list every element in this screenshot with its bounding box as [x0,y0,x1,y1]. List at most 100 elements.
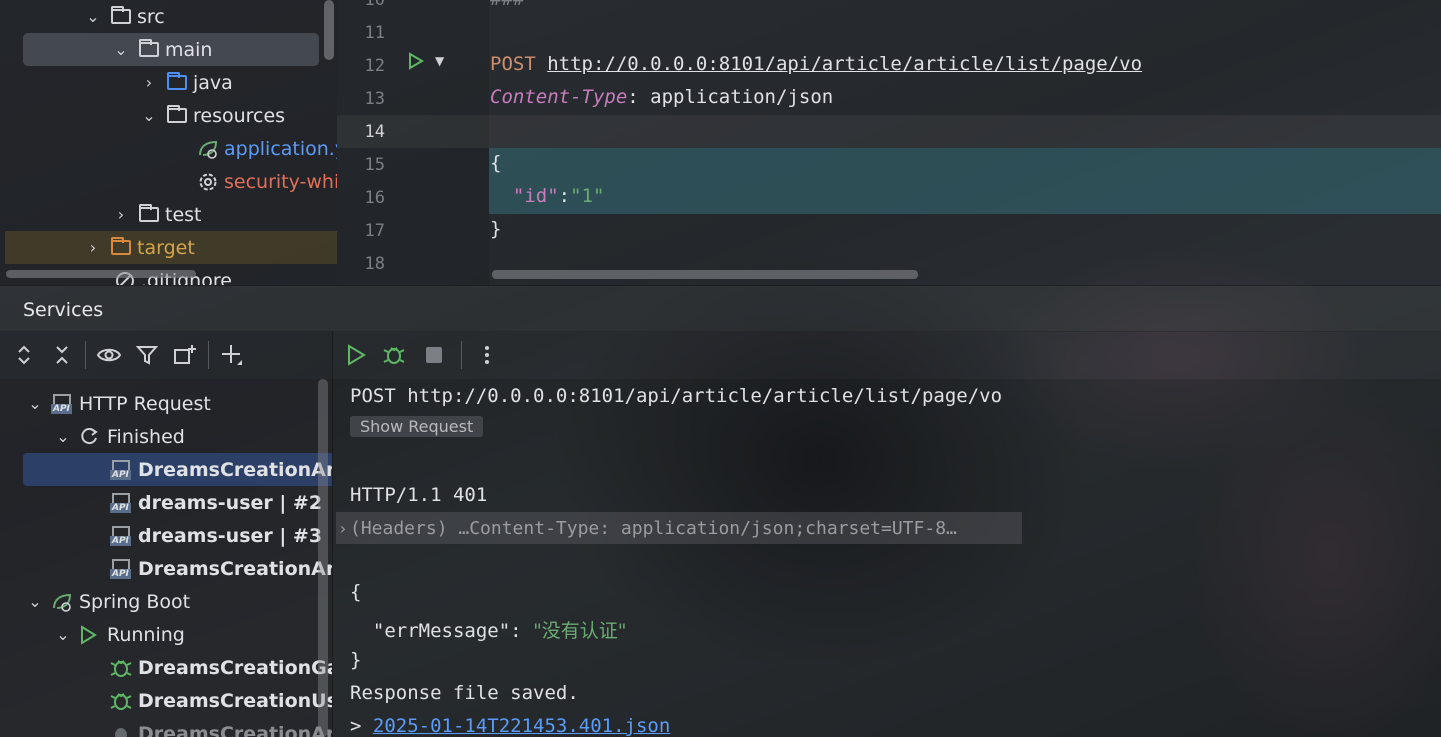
service-item[interactable]: DreamsCreationArt [0,717,332,737]
service-item[interactable]: DreamsCreationArt [0,552,332,585]
chevron-down-icon[interactable]: ⌄ [25,592,45,611]
project-tree-panel: ⌄ src ⌄ main › java ⌄ resources applicat… [0,0,337,285]
service-item[interactable]: dreams-user | #2 [0,486,332,519]
response-file-link[interactable]: 2025-01-14T221453.401.json [373,715,670,737]
code-line-json-field: "id":"1" [490,185,605,207]
collapse-all-icon[interactable] [43,335,81,375]
api-icon [110,558,132,580]
tree-item-application-yml[interactable]: application.y [0,132,337,165]
line-number: 12 [364,56,385,76]
service-group-spring-boot[interactable]: ⌄ Spring Boot [0,585,332,618]
service-group-finished[interactable]: ⌄ Finished [0,420,332,453]
service-label: DreamsCreationUse [138,689,332,712]
tree-item-src[interactable]: ⌄ src [0,0,337,33]
service-item[interactable]: dreams-user | #3 [0,519,332,552]
toolbar-separator [85,341,86,369]
folder-icon [137,204,161,226]
code-line-close-brace: } [490,218,502,240]
code-line-request: POST http://0.0.0.0:8101/api/article/art… [490,53,1142,75]
tree-item-label: security-whi [224,170,337,193]
editor-horizontal-scrollbar[interactable] [492,270,918,279]
response-file-line: > 2025-01-14T221453.401.json [350,715,670,737]
chevron-right-icon[interactable]: › [139,73,159,92]
run-icon[interactable] [407,52,425,70]
json-value: "没有认证" [533,620,627,642]
folder-icon [109,237,133,259]
api-icon [51,393,73,415]
http-editor[interactable]: 10 11 12 13 14 15 16 17 18 ▼ ### POST ht… [337,0,1441,285]
chevron-right-icon[interactable]: › [83,238,103,257]
chevron-right-icon[interactable]: › [336,519,350,538]
tree-item-test[interactable]: › test [0,198,337,231]
new-tab-icon[interactable] [166,335,204,375]
chevron-down-icon[interactable]: ⌄ [111,40,131,59]
stop-icon[interactable] [417,335,451,375]
dropdown-caret-icon[interactable]: ▼ [435,54,444,68]
service-label: dreams-user | #2 [138,491,323,514]
json-key: "id" [512,185,559,207]
tree-item-label: java [193,71,233,94]
services-toolbar [0,331,332,379]
service-label: DreamsCreationArt [138,722,332,737]
chevron-down-icon[interactable]: ⌄ [139,106,159,125]
resources-folder-icon [165,105,189,127]
debug-bug-icon [110,657,132,679]
caret-line-highlight [337,115,1441,148]
response-body-open: { [350,581,362,603]
tree-item-resources[interactable]: ⌄ resources [0,99,337,132]
line-number: 16 [364,188,385,208]
chevron-right-icon[interactable]: › [111,205,131,224]
json-value: "1" [570,185,605,207]
service-group-running[interactable]: ⌄ Running [0,618,332,651]
tree-item-label: resources [193,104,286,127]
response-body-close: } [350,649,362,671]
api-icon [110,492,132,514]
expand-all-icon[interactable] [5,335,43,375]
response-headers-collapsed[interactable]: › (Headers) …Content-Type: application/js… [336,512,1022,544]
run-icon[interactable] [341,335,371,375]
service-item-selected[interactable]: DreamsCreationArt [23,453,332,486]
response-toolbar [332,331,1441,379]
service-group-http-request[interactable]: ⌄ HTTP Request [0,387,332,420]
chevron-down-icon[interactable]: ⌄ [25,394,45,413]
response-request-line: POST http://0.0.0.0:8101/api/article/art… [350,385,1003,407]
request-url[interactable]: http://0.0.0.0:8101/api/article/article/… [547,53,1142,75]
chevron-down-icon[interactable]: ⌄ [83,7,103,26]
debug-icon[interactable] [377,335,411,375]
line-number: 11 [364,23,385,43]
response-saved-text: Response file saved. [350,682,579,704]
chevron-down-icon[interactable]: ⌄ [53,427,73,446]
service-label: HTTP Request [79,392,211,415]
service-label: Spring Boot [79,590,191,613]
tree-item-target[interactable]: › target [0,231,337,264]
json-colon: : [558,185,571,207]
service-label: DreamsCreationGa [138,656,332,679]
services-tree-scrollbar[interactable] [318,379,328,737]
line-number: 13 [364,89,385,109]
eye-icon[interactable] [90,335,128,375]
add-service-icon[interactable] [213,335,251,375]
more-options-icon[interactable] [472,335,502,375]
tree-item-label: target [137,236,195,259]
request-body-highlight [489,148,1441,214]
code-line-separator: ### [490,0,524,10]
service-item[interactable]: DreamsCreationGa [0,651,332,684]
tree-item-java[interactable]: › java [0,66,337,99]
http-method: POST [490,53,536,75]
spring-boot-icon [51,592,73,612]
chevron-down-icon[interactable]: ⌄ [53,625,73,644]
filter-icon[interactable] [128,335,166,375]
service-label: Running [107,623,185,646]
show-request-button[interactable]: Show Request [350,416,484,437]
tree-item-label: test [165,203,202,226]
headers-summary: (Headers) …Content-Type: application/jso… [350,517,957,539]
line-number: 15 [364,155,385,175]
tree-horizontal-scrollbar[interactable] [6,270,196,278]
toolbar-separator [461,341,462,369]
run-request-gutter: ▼ [407,52,444,70]
debug-bug-icon [110,690,132,712]
tree-item-main[interactable]: ⌄ main [0,33,337,66]
tree-vertical-scrollbar[interactable] [324,0,334,60]
service-item[interactable]: DreamsCreationUse [0,684,332,717]
tree-item-security-whitelist[interactable]: security-whi [0,165,337,198]
